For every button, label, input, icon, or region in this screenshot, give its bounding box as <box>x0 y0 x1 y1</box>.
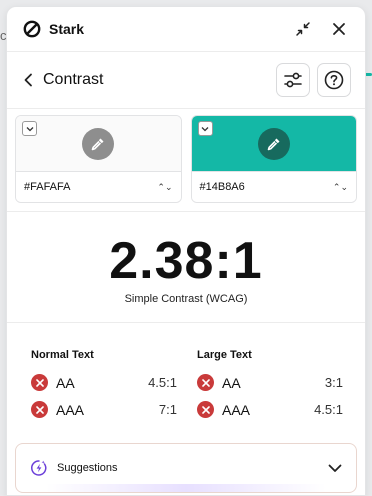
help-button[interactable] <box>317 63 351 97</box>
back-button[interactable] <box>21 70 35 90</box>
normal-aaa-row: AAA 7:1 <box>31 396 177 423</box>
collapse-icon <box>296 22 310 36</box>
large-text-column: Large Text AA 3:1 AAA 4.5:1 <box>197 349 343 423</box>
stark-logo-icon <box>23 20 41 38</box>
suggestions-glow <box>46 484 326 492</box>
threshold-value: 3:1 <box>324 375 343 390</box>
contrast-ratio: 2.38:1 <box>109 232 263 290</box>
collapse-button[interactable] <box>291 17 315 41</box>
suggestions-label: Suggestions <box>57 462 118 474</box>
foreground-swatch: #FAFAFA ⌃⌄ <box>15 115 182 203</box>
suggestions-accordion[interactable]: Suggestions <box>15 443 357 493</box>
foreground-options-button[interactable] <box>22 121 37 136</box>
foreground-eyedropper-button[interactable] <box>82 127 115 160</box>
chevron-down-icon <box>328 464 342 472</box>
contrast-result: 2.38:1 Simple Contrast (WCAG) <box>7 212 365 323</box>
normal-aa-row: AA 4.5:1 <box>31 369 177 396</box>
settings-button[interactable] <box>276 63 310 97</box>
fail-icon <box>31 401 48 418</box>
normal-text-heading: Normal Text <box>31 349 94 361</box>
chevron-down-icon <box>26 126 33 131</box>
nav-bar: Contrast <box>7 52 365 109</box>
lightning-icon <box>31 460 47 476</box>
chevron-down-icon <box>201 126 209 131</box>
chevron-left-icon <box>24 73 32 87</box>
level-label: AAA <box>222 401 251 418</box>
threshold-value: 4.5:1 <box>148 375 177 390</box>
background-hex-stepper-icon[interactable]: ⌃⌄ <box>333 182 348 193</box>
foreground-hex-input[interactable]: #FAFAFA ⌃⌄ <box>16 171 181 202</box>
background-options-button[interactable] <box>197 121 213 136</box>
threshold-value: 7:1 <box>158 402 177 417</box>
threshold-value: 4.5:1 <box>314 402 343 417</box>
compliance-results: Normal Text AA 4.5:1 AAA 7:1 Large Text <box>7 323 365 423</box>
normal-text-column: Normal Text AA 4.5:1 AAA 7:1 <box>31 349 177 423</box>
foreground-hex-value: #FAFAFA <box>24 181 71 193</box>
fail-icon <box>197 401 214 418</box>
stark-panel: Stark Contrast #FAFAFA ⌃⌄ #14B8A6 ⌃⌄ 2.3… <box>6 6 366 496</box>
page-title: Contrast <box>43 71 104 88</box>
help-icon <box>324 70 344 90</box>
contrast-method-label: Simple Contrast (WCAG) <box>124 293 248 305</box>
title-bar: Stark <box>7 7 365 52</box>
sliders-icon <box>284 72 302 88</box>
background-swatch: #14B8A6 ⌃⌄ <box>190 115 357 203</box>
foreground-color-preview[interactable] <box>16 116 181 171</box>
background-hex-input[interactable]: #14B8A6 ⌃⌄ <box>191 171 356 202</box>
foreground-hex-stepper-icon[interactable]: ⌃⌄ <box>157 182 172 193</box>
large-aa-row: AA 3:1 <box>197 369 343 396</box>
eyedropper-icon <box>267 138 280 150</box>
large-aaa-row: AAA 4.5:1 <box>197 396 343 423</box>
fail-icon <box>31 374 48 391</box>
level-label: AA <box>222 374 241 391</box>
close-icon <box>333 23 345 35</box>
background-color-preview[interactable] <box>191 116 356 171</box>
large-text-heading: Large Text <box>197 349 252 361</box>
background-eyedropper-button[interactable] <box>257 127 290 160</box>
eyedropper-icon <box>91 138 104 150</box>
close-button[interactable] <box>327 17 351 41</box>
background-hex-value: #14B8A6 <box>199 181 245 193</box>
app-title: Stark <box>49 21 85 37</box>
color-swatches: #FAFAFA ⌃⌄ #14B8A6 ⌃⌄ <box>7 109 365 212</box>
fail-icon <box>197 374 214 391</box>
level-label: AA <box>56 374 75 391</box>
level-label: AAA <box>56 401 85 418</box>
